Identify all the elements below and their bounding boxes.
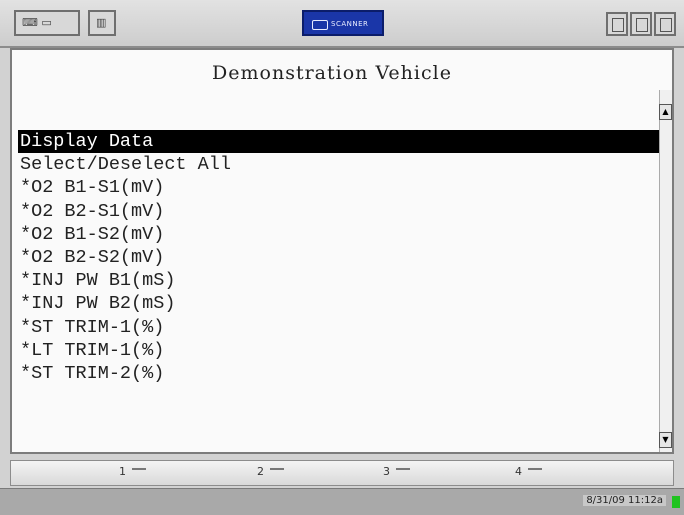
list-item[interactable]: *INJ PW B2(mS)	[18, 292, 664, 315]
function-key-2[interactable]: 2	[257, 465, 284, 478]
list-item-display-data[interactable]: Display Data	[18, 130, 664, 154]
list-item[interactable]: *O2 B2-S1(mV)	[18, 200, 664, 223]
function-key-3[interactable]: 3	[383, 465, 410, 478]
window-icon	[612, 18, 624, 32]
print-button[interactable]	[630, 12, 652, 36]
screen-button[interactable]: ▥	[88, 10, 116, 36]
list-item-select-all[interactable]: Select/Deselect All	[18, 153, 664, 176]
list-item[interactable]: *O2 B1-S1(mV)	[18, 176, 664, 199]
status-bar: 8/31/09 11:12a	[0, 488, 684, 515]
function-key-4[interactable]: 4	[515, 465, 542, 478]
print-icon	[636, 18, 648, 32]
function-key-bar: 1 2 3 4	[10, 460, 674, 486]
list-item[interactable]: *INJ PW B1(mS)	[18, 269, 664, 292]
status-led-icon	[672, 496, 680, 508]
screen-icon: ▥	[96, 16, 107, 29]
key-mark-icon	[396, 468, 410, 476]
scroll-up-icon[interactable]: ▲	[659, 104, 672, 120]
data-list: Display Data Select/Deselect All *O2 B1-…	[18, 130, 664, 385]
key-mark-icon	[528, 468, 542, 476]
key-mark-icon	[270, 468, 284, 476]
scanner-window: ⌨ ▭ ▥ SCANNER Demonstration Vehicle Disp…	[0, 0, 684, 515]
date-time: 8/31/09 11:12a	[583, 495, 666, 506]
brand-logo: SCANNER	[302, 10, 384, 36]
top-toolbar: ⌨ ▭ ▥ SCANNER	[0, 0, 684, 48]
keyboard-button[interactable]: ⌨ ▭	[14, 10, 80, 36]
car-logo-icon	[312, 20, 328, 30]
save-icon	[660, 18, 672, 32]
function-key-1[interactable]: 1	[119, 465, 146, 478]
list-item[interactable]: *LT TRIM-1(%)	[18, 339, 664, 362]
list-item[interactable]: *ST TRIM-2(%)	[18, 362, 664, 385]
scrollbar[interactable]: ▲ ▼	[659, 90, 672, 452]
window-button[interactable]	[606, 12, 628, 36]
scroll-down-icon[interactable]: ▼	[659, 432, 672, 448]
main-screen: Demonstration Vehicle Display Data Selec…	[10, 48, 674, 454]
list-item[interactable]: *O2 B1-S2(mV)	[18, 223, 664, 246]
keyboard-icon: ⌨ ▭	[22, 16, 52, 29]
list-item[interactable]: *ST TRIM-1(%)	[18, 316, 664, 339]
key-mark-icon	[132, 468, 146, 476]
save-button[interactable]	[654, 12, 676, 36]
page-title: Demonstration Vehicle	[212, 62, 452, 84]
list-item[interactable]: *O2 B2-S2(mV)	[18, 246, 664, 269]
brand-label: SCANNER	[331, 20, 369, 28]
